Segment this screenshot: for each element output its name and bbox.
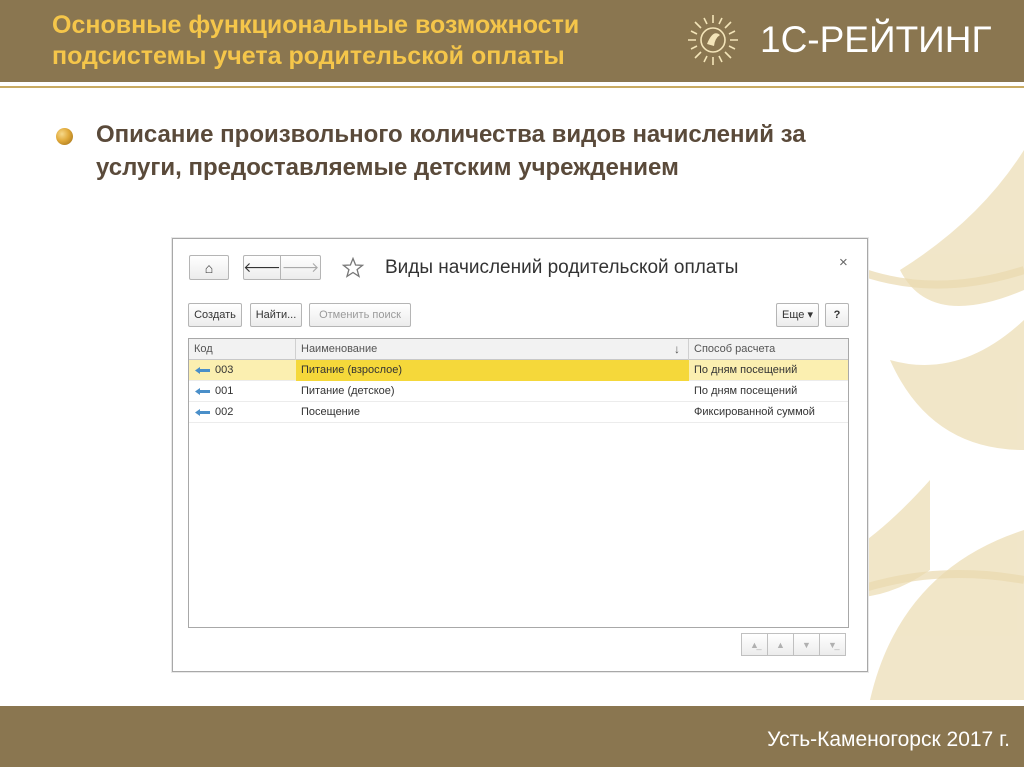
table-row[interactable]: 002 Посещение Фиксированной суммой xyxy=(189,402,848,423)
cell-code: 003 xyxy=(215,364,234,376)
back-button[interactable]: 🡐 xyxy=(243,255,281,280)
slide-header: Основные функциональные возможности подс… xyxy=(0,0,1024,82)
help-button[interactable]: ? xyxy=(825,303,849,327)
rating-logo-icon xyxy=(688,15,738,65)
cell-method: Фиксированной суммой xyxy=(694,406,815,418)
slide-title-line-2: подсистемы учета родительской оплаты xyxy=(52,42,565,70)
accrual-types-table[interactable]: Код Наименование ↓ Способ расчета 003 Пи… xyxy=(188,338,849,628)
bullet-line-2: услуги, предоставляемые детским учрежден… xyxy=(96,154,679,181)
bullet-text: Описание произвольного количества видов … xyxy=(96,118,966,184)
brand-name: 1С-РЕЙТИНГ xyxy=(760,19,992,60)
header-divider xyxy=(0,86,1024,88)
home-button[interactable]: ⌂ xyxy=(189,255,229,280)
bullet-icon xyxy=(56,128,73,145)
scroll-first-button[interactable]: ▲̲ xyxy=(741,633,768,656)
cell-method: По дням посещений xyxy=(694,385,798,397)
scroll-up-button[interactable]: ▲ xyxy=(767,633,794,656)
create-button[interactable]: Создать xyxy=(188,303,242,327)
window-title: Виды начислений родительской оплаты xyxy=(385,257,739,278)
list-navigation: ▲̲ ▲ ▼ ▼̲ xyxy=(741,633,846,656)
cell-method: По дням посещений xyxy=(694,364,798,376)
cell-name: Питание (взрослое) xyxy=(296,360,689,381)
slide-title: Основные функциональные возможности подс… xyxy=(52,10,672,72)
column-header-code[interactable]: Код xyxy=(189,339,296,360)
scroll-down-button[interactable]: ▼ xyxy=(793,633,820,656)
slide-title-line-1: Основные функциональные возможности xyxy=(52,11,580,39)
bullet-line-1: Описание произвольного количества видов … xyxy=(96,121,806,148)
sort-down-icon: ↓ xyxy=(674,342,680,356)
table-row[interactable]: 001 Питание (детское) По дням посещений xyxy=(189,381,848,402)
column-header-name[interactable]: Наименование ↓ xyxy=(296,339,689,360)
cell-name: Посещение xyxy=(301,406,361,418)
star-icon[interactable] xyxy=(341,256,365,280)
column-header-method[interactable]: Способ расчета xyxy=(689,339,848,360)
forward-button[interactable]: 🡒 xyxy=(281,255,321,280)
find-button[interactable]: Найти... xyxy=(250,303,302,327)
arrow-left-icon: 🡐 xyxy=(243,259,281,275)
cell-name: Питание (детское) xyxy=(301,385,395,397)
table-header: Код Наименование ↓ Способ расчета xyxy=(189,339,848,360)
app-window: ⌂ 🡐 🡒 Виды начислений родительской оплат… xyxy=(172,238,868,672)
cell-code: 002 xyxy=(215,406,234,418)
column-header-name-label: Наименование xyxy=(301,343,378,355)
more-menu-button[interactable]: Еще ▾ xyxy=(776,303,819,327)
cancel-search-button[interactable]: Отменить поиск xyxy=(309,303,411,327)
footer-location-year: Усть-Каменогорск 2017 г. xyxy=(767,728,1010,751)
arrow-right-icon: 🡒 xyxy=(281,259,320,275)
slide-footer: Усть-Каменогорск 2017 г. xyxy=(0,706,1024,767)
home-icon: ⌂ xyxy=(204,259,214,276)
scroll-last-button[interactable]: ▼̲ xyxy=(819,633,846,656)
close-icon[interactable]: × xyxy=(839,253,848,273)
cell-code: 001 xyxy=(215,385,234,397)
table-row[interactable]: 003 Питание (взрослое) По дням посещений xyxy=(189,360,848,381)
